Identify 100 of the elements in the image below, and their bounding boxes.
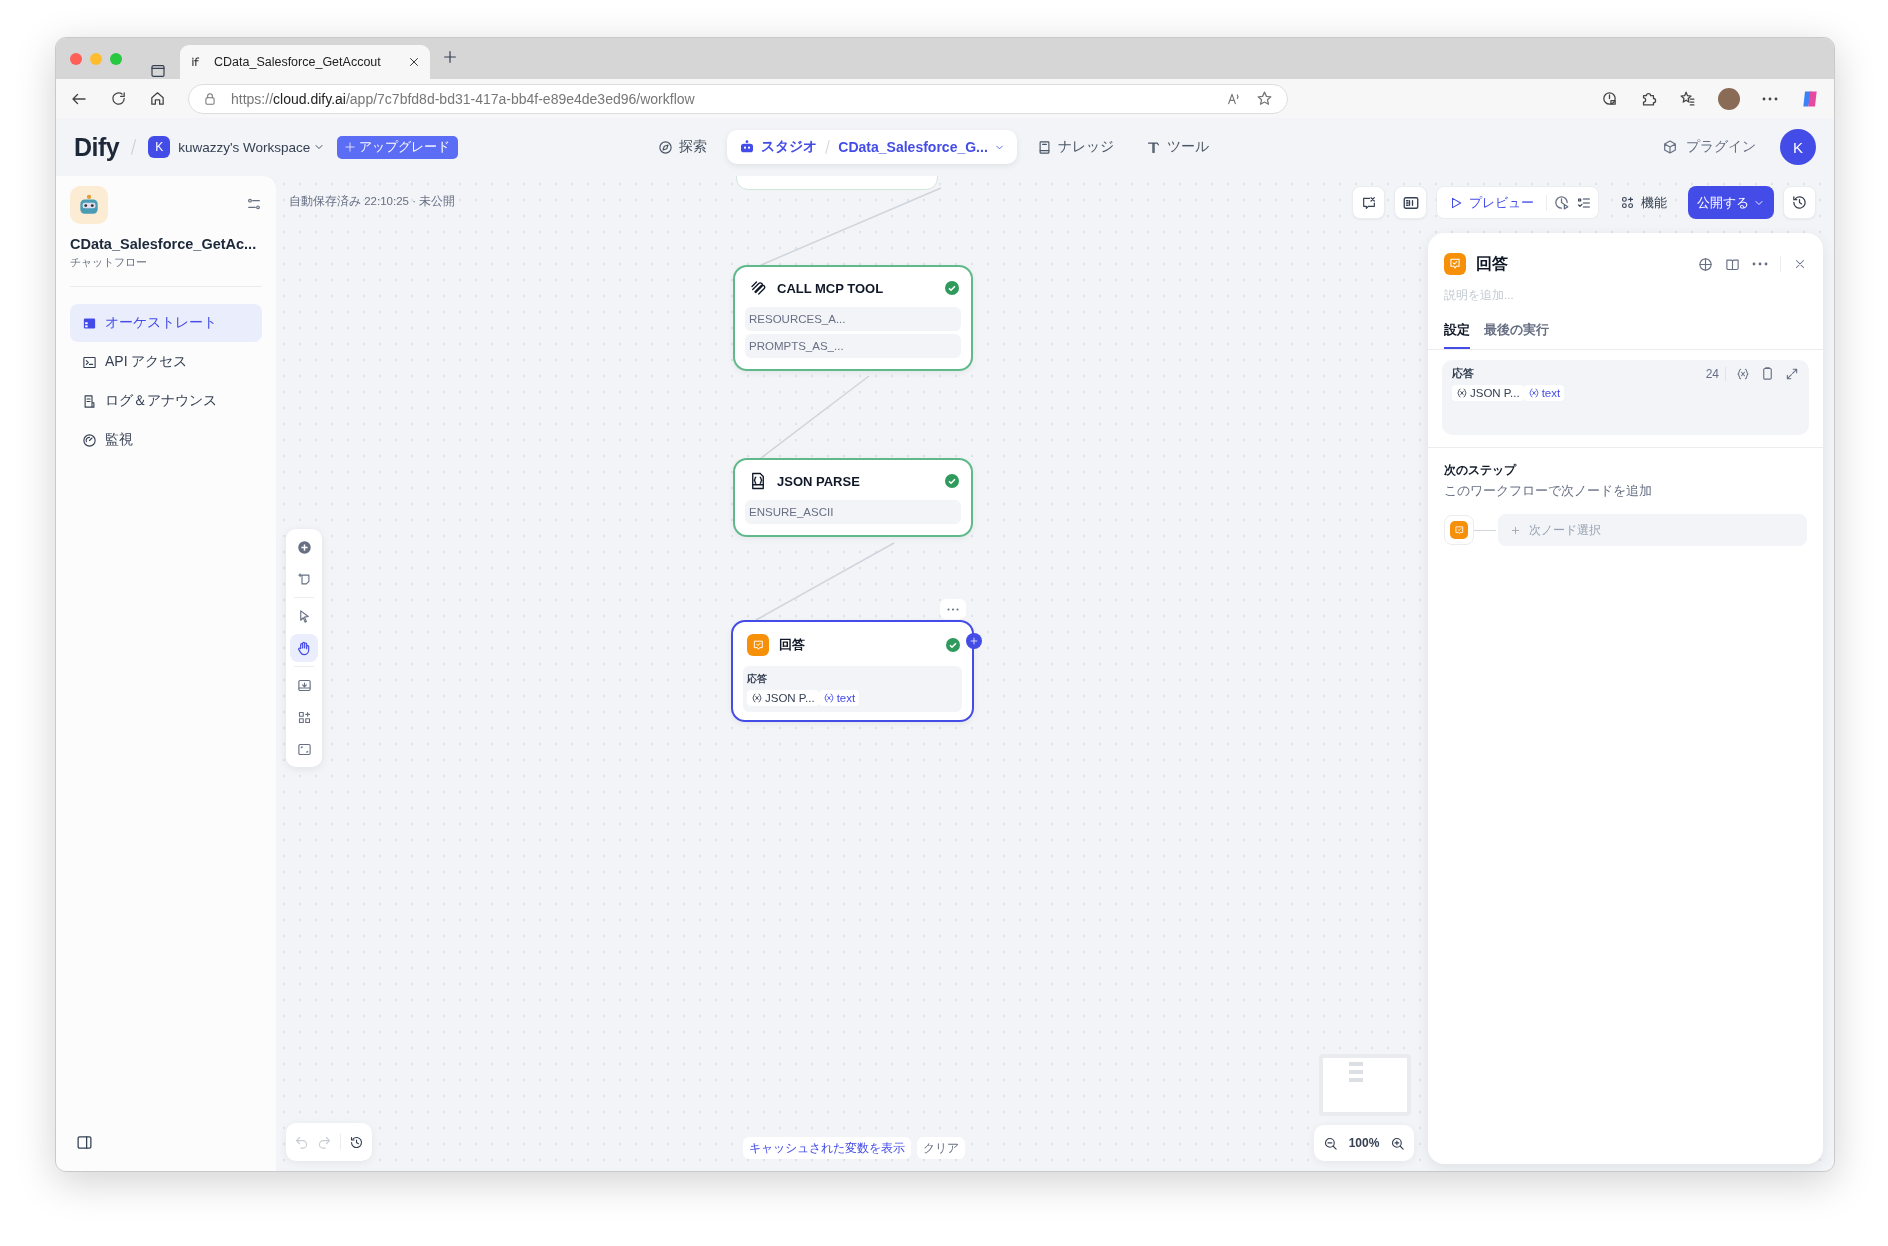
cube-icon <box>1662 139 1678 155</box>
message-x-icon <box>1360 194 1377 211</box>
refresh-icon <box>110 90 127 107</box>
canvas-tool[interactable] <box>290 634 318 662</box>
more-icon[interactable] <box>1752 262 1768 266</box>
node-field: PROMPTS_AS_... <box>745 334 961 358</box>
workflow-node[interactable]: 回答 応答 JSON P... text <box>731 620 974 722</box>
password-lock-icon <box>1601 90 1618 107</box>
document-icon <box>82 393 97 409</box>
workspace-selector[interactable]: kuwazzy's Workspace <box>178 139 326 155</box>
grid-add-icon <box>296 709 312 725</box>
publish-button[interactable]: 公開する <box>1688 186 1774 219</box>
panel-tab[interactable]: 最後の実行 <box>1484 321 1549 349</box>
preview-button[interactable]: プレビュー <box>1443 187 1540 218</box>
section-title: 次のステップ <box>1444 462 1518 479</box>
profile-avatar[interactable] <box>1718 87 1740 110</box>
more-icon <box>947 607 959 611</box>
history-icon <box>1791 194 1808 211</box>
gauge-icon <box>82 432 97 448</box>
address-bar[interactable]: https://cloud.dify.ai/app/7c7bfd8d-bd31-417a-bb4f-e89e4de3ed96/workflow <box>188 83 1288 114</box>
variable-tag: text <box>1523 385 1565 401</box>
panel-title: 回答 <box>1476 253 1509 274</box>
node-title: CALL MCP TOOL <box>777 280 885 296</box>
compass-icon <box>658 139 674 155</box>
variable-tag: JSON P... <box>747 690 819 706</box>
book-icon[interactable] <box>1725 256 1740 272</box>
image-export-icon <box>296 677 312 693</box>
plus-icon <box>1510 524 1521 536</box>
clipboard-icon <box>1760 366 1775 381</box>
version-history-button[interactable] <box>1783 186 1816 219</box>
show-cached-variables-link[interactable]: キャッシュされた変数を表示 <box>743 1137 911 1159</box>
node-field: RESOURCES_A... <box>745 307 961 331</box>
variable-icon <box>1456 387 1468 399</box>
workflow-node[interactable]: CALL MCP TOOL RESOURCES_A... PROMPTS_AS_... <box>733 265 973 371</box>
panel-tab[interactable]: 設定 <box>1444 321 1470 349</box>
variable-tag: text <box>818 690 860 706</box>
variable-icon <box>822 692 835 704</box>
variable-tag: JSON P... <box>1452 385 1524 401</box>
node-field: ENSURE_ASCII <box>745 500 961 524</box>
plus-icon <box>969 636 979 646</box>
logo[interactable]: Dify <box>74 132 120 162</box>
run-icon[interactable] <box>1698 256 1713 272</box>
play-icon <box>1449 195 1463 210</box>
settings-icon <box>246 196 262 212</box>
lock-icon <box>203 91 217 106</box>
features-button[interactable]: 機能 <box>1608 187 1679 218</box>
variable-icon <box>1736 366 1750 381</box>
field-label: 応答 <box>747 672 768 686</box>
add-next-button[interactable] <box>966 633 982 649</box>
more-icon[interactable] <box>1762 96 1778 101</box>
sidebar-item[interactable]: ログ＆アナウンス <box>70 382 262 420</box>
spring-icon <box>749 279 767 297</box>
sidebar-item[interactable]: オーケストレート <box>70 304 262 342</box>
nav-tab[interactable]: スタジオ CData_Salesforce_G... <box>727 130 1017 164</box>
star-icon <box>1256 90 1273 107</box>
node-title: JSON PARSE <box>777 473 861 489</box>
variable-icon <box>1527 387 1540 399</box>
character-count: 24 <box>1705 366 1726 381</box>
plugins-button[interactable]: プラグイン <box>1656 137 1762 157</box>
history-icon[interactable] <box>349 1134 364 1150</box>
app-type: チャットフロー <box>70 256 262 287</box>
new-tab-icon <box>442 48 458 65</box>
response-field[interactable]: 応答 24 JSON P... text <box>1442 360 1809 435</box>
crosshair-icon <box>1698 256 1713 272</box>
apps-icon <box>1620 195 1635 210</box>
field-label: 応答 <box>1452 366 1475 381</box>
browser-tab[interactable]: CData_Salesforce_GetAccout <box>180 45 430 79</box>
nav-tab[interactable]: ナレッジ <box>1024 130 1126 164</box>
note-icon <box>296 571 312 587</box>
sidebar-item[interactable]: 監視 <box>70 421 262 459</box>
hand-icon <box>296 640 312 656</box>
env-button[interactable] <box>1394 186 1427 219</box>
puzzle-icon <box>1640 90 1657 107</box>
upgrade-button[interactable]: アップグレード <box>337 135 459 159</box>
open-book-icon <box>1725 256 1740 272</box>
clear-button[interactable]: クリア <box>917 1137 965 1159</box>
home-icon <box>149 90 166 107</box>
fit-view-icon <box>296 741 312 757</box>
sidebar-toggle-icon <box>150 63 166 79</box>
terminal-icon <box>82 354 97 370</box>
message-check-icon <box>1448 257 1462 271</box>
x-icon <box>1793 257 1807 271</box>
nav-tab[interactable]: 探索 <box>646 130 720 164</box>
sidebar-item[interactable]: API アクセス <box>70 343 262 381</box>
message-check-icon <box>1453 524 1465 536</box>
close-icon[interactable] <box>1793 257 1807 271</box>
zoom-level[interactable]: 100% <box>1348 1136 1380 1150</box>
checklist-button[interactable] <box>1352 186 1385 219</box>
workflow-node[interactable]: JSON PARSE ENSURE_ASCII <box>733 458 973 537</box>
user-avatar[interactable]: K <box>1780 129 1816 165</box>
favorites-icon <box>1679 90 1696 107</box>
nav-tab[interactable]: ツール <box>1133 130 1221 164</box>
close-icon <box>408 56 420 68</box>
variable-icon <box>751 692 763 704</box>
minimap-nodes-drawing <box>1349 1062 1363 1084</box>
node-title: 回答 <box>779 636 806 654</box>
json-file-icon <box>749 472 767 490</box>
expand-icon <box>1785 366 1799 381</box>
history-run-icon[interactable] <box>1553 194 1570 211</box>
autosave-status: 自動保存済み 22:10:25 · 未公開 <box>289 194 456 209</box>
